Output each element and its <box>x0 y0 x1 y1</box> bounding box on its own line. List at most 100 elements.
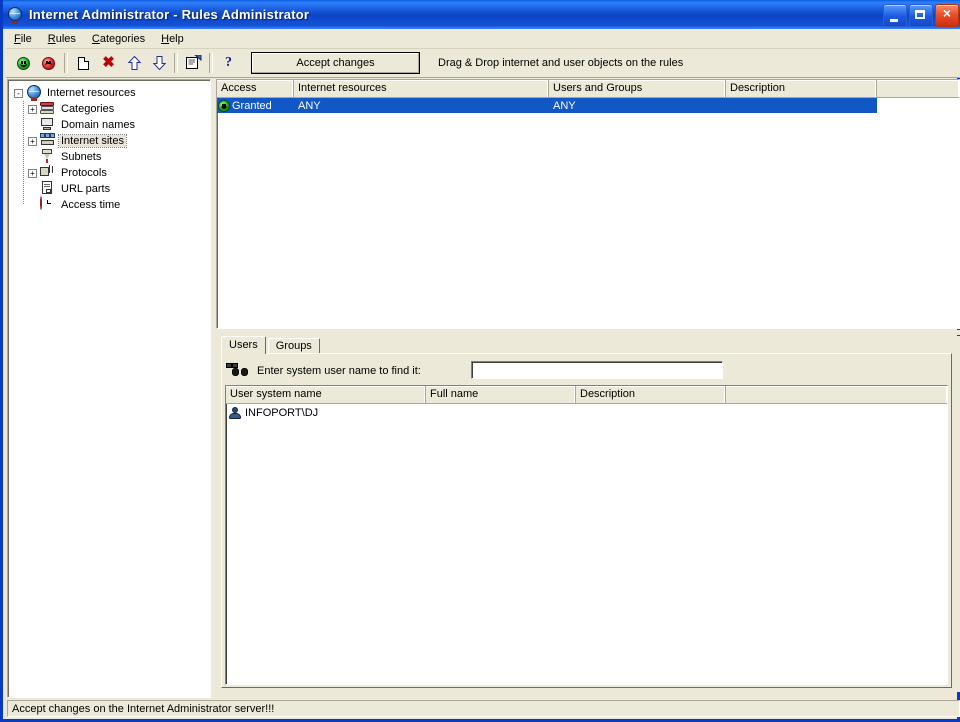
tree-item-internet-sites[interactable]: + Internet sites <box>14 133 210 149</box>
menu-categories-rest: ategories <box>100 33 145 45</box>
tree-item-label-internet-resources: Internet resources <box>45 87 138 99</box>
minimize-button[interactable] <box>883 4 907 27</box>
green-smiley-icon <box>218 100 230 112</box>
menu-rules-rest: ules <box>56 33 76 45</box>
rule-access-cell: Granted <box>217 98 294 113</box>
tree-item-subnets[interactable]: Subnets <box>14 149 210 165</box>
user-description-cell <box>576 404 726 421</box>
move-down-button[interactable] <box>147 52 170 74</box>
internet-sites-icon <box>40 133 56 149</box>
column-header-access[interactable]: Access <box>217 80 294 98</box>
red-smiley-icon <box>42 57 55 70</box>
column-header-full-name[interactable]: Full name <box>426 386 576 404</box>
menu-bar: File Rules Categories Help <box>6 29 960 49</box>
menu-item-file[interactable]: File <box>6 31 40 47</box>
tree-expander-protocols[interactable]: + <box>28 169 37 178</box>
close-button[interactable]: × <box>935 4 959 27</box>
tree-expander-root[interactable]: - <box>14 89 23 98</box>
list-item[interactable]: INFOPORT\DJ <box>226 404 947 421</box>
tree-expander-internet-sites[interactable]: + <box>28 137 37 146</box>
new-rule-button[interactable] <box>72 52 95 74</box>
url-parts-icon <box>40 181 56 197</box>
window-frame: Internet Administrator - Rules Administr… <box>0 0 960 722</box>
user-search-label: Enter system user name to find it: <box>257 365 421 377</box>
column-header-filler <box>877 80 959 98</box>
tree-item-domain-names[interactable]: Domain names <box>14 117 210 133</box>
horizontal-splitter[interactable] <box>216 330 960 335</box>
menu-help-rest: elp <box>169 33 184 45</box>
column-header-description[interactable]: Description <box>726 80 877 98</box>
help-button[interactable]: ? <box>217 52 240 74</box>
column-header-internet-resources[interactable]: Internet resources <box>294 80 549 98</box>
accept-changes-button[interactable]: Accept changes <box>251 52 420 74</box>
tree-item-url-parts[interactable]: URL parts <box>14 181 210 197</box>
rule-description-cell <box>726 98 877 113</box>
toolbar-separator-2 <box>174 53 178 73</box>
question-mark-icon: ? <box>225 56 232 70</box>
toolbar-separator-1 <box>64 53 68 73</box>
protocols-icon <box>40 165 56 181</box>
tree-expander-categories[interactable]: + <box>28 105 37 114</box>
window-title: Internet Administrator - Rules Administr… <box>29 7 309 22</box>
title-bar[interactable]: Internet Administrator - Rules Administr… <box>3 0 960 29</box>
delete-rule-button[interactable]: ✖ <box>97 52 120 74</box>
menu-item-help[interactable]: Help <box>153 31 192 47</box>
tab-groups[interactable]: Groups <box>268 338 320 354</box>
user-full-name-cell <box>426 404 576 421</box>
user-search-input[interactable] <box>471 361 723 379</box>
globe-icon <box>26 85 42 101</box>
user-search-bar: Enter system user name to find it: <box>225 357 948 384</box>
tree-item-label-url-parts: URL parts <box>59 183 112 195</box>
rule-users-and-groups-cell: ANY <box>549 98 726 113</box>
categories-icon <box>40 101 56 117</box>
resources-tree-panel[interactable]: - Internet resources + Categories <box>7 79 211 698</box>
tree-expander-url-parts <box>28 185 37 194</box>
rule-internet-resources-cell: ANY <box>294 98 549 113</box>
column-header-user-system-name[interactable]: User system name <box>226 386 426 404</box>
bottom-panel: Users Groups Enter system user name to f… <box>216 336 960 692</box>
tree-item-access-time[interactable]: Access time <box>14 197 210 213</box>
tab-strip: Users Groups <box>221 336 960 354</box>
deny-access-button[interactable] <box>37 52 60 74</box>
tab-body-users: Enter system user name to find it: User … <box>221 353 952 688</box>
rules-list-panel[interactable]: Access Internet resources Users and Grou… <box>216 79 960 329</box>
properties-icon <box>186 55 202 72</box>
move-up-button[interactable] <box>122 52 145 74</box>
delete-x-icon: ✖ <box>102 56 115 70</box>
globe-icon <box>8 7 24 23</box>
binoculars-icon <box>232 363 248 379</box>
drag-drop-hint: Drag & Drop internet and user objects on… <box>438 57 683 69</box>
tree-item-label-access-time: Access time <box>59 199 122 211</box>
properties-button[interactable] <box>182 52 205 74</box>
column-header-users-and-groups[interactable]: Users and Groups <box>549 80 726 98</box>
column-header-user-description[interactable]: Description <box>576 386 726 404</box>
tree-item-protocols[interactable]: + Protocols <box>14 165 210 181</box>
application-window: Internet Administrator - Rules Administr… <box>0 0 960 722</box>
tree-item-categories[interactable]: + Categories <box>14 101 210 117</box>
tree-expander-subnets <box>28 153 37 162</box>
tree-item-label-protocols: Protocols <box>59 167 109 179</box>
tree-expander-domain-names <box>28 121 37 130</box>
tab-users[interactable]: Users <box>221 336 266 354</box>
subnets-icon <box>40 149 56 165</box>
tree-item-label-subnets: Subnets <box>59 151 103 163</box>
tree-item-label-domain-names: Domain names <box>59 119 137 131</box>
menu-item-rules[interactable]: Rules <box>40 31 84 47</box>
menu-file-rest: ile <box>21 33 32 45</box>
toolbar-separator-3 <box>209 53 213 73</box>
tree-item-label-categories: Categories <box>59 103 116 115</box>
menu-item-categories[interactable]: Categories <box>84 31 153 47</box>
tree-item-internet-resources[interactable]: - Internet resources <box>14 85 210 101</box>
users-list-panel[interactable]: User system name Full name Description I… <box>225 385 948 685</box>
grant-access-button[interactable] <box>12 52 35 74</box>
user-icon <box>228 406 242 420</box>
domain-names-icon <box>40 117 56 133</box>
window-buttons: × <box>883 4 959 27</box>
users-list-header: User system name Full name Description <box>226 386 947 404</box>
toolbar: ✖ <box>6 49 960 78</box>
table-row[interactable]: Granted ANY ANY <box>217 98 877 113</box>
user-system-name-cell: INFOPORT\DJ <box>226 404 426 421</box>
maximize-button[interactable] <box>909 4 933 27</box>
arrow-up-icon <box>128 56 140 70</box>
arrow-down-icon <box>153 56 165 70</box>
